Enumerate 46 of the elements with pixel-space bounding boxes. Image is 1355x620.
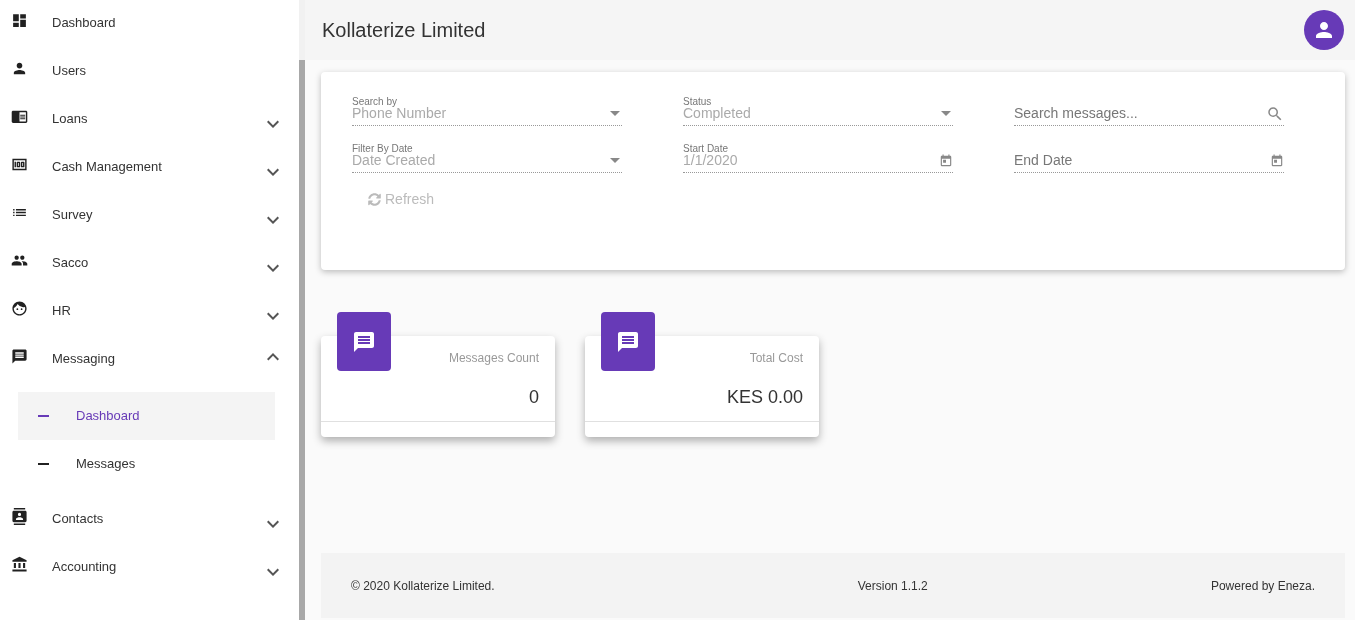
copyright-text: © 2020 Kollaterize Limited. xyxy=(351,577,495,595)
version-text: Version 1.1.2 xyxy=(857,577,928,595)
sidebar-item[interactable]: Dashboard xyxy=(0,4,299,52)
sidebar-item[interactable]: Users xyxy=(0,52,299,100)
dash-icon xyxy=(38,415,49,417)
book-icon xyxy=(11,108,28,125)
person-icon xyxy=(11,60,28,77)
field-label: Filter By Date xyxy=(352,143,413,154)
stat-label: Messages Count xyxy=(448,350,539,367)
powered-by-text: Powered by Eneza. xyxy=(1210,577,1315,595)
message-icon xyxy=(352,329,376,354)
stat-label: Total Cost xyxy=(749,350,803,367)
field-label: Search by xyxy=(352,96,398,107)
dropdown-arrow-icon xyxy=(941,111,951,116)
dash-icon xyxy=(38,463,49,465)
sidebar-item[interactable]: Loans xyxy=(0,100,299,148)
sidebar-item[interactable]: Accounting xyxy=(0,548,299,596)
stat-value: 0 xyxy=(529,386,539,409)
sidebar-item[interactable]: Cash Management xyxy=(0,148,299,196)
submenu-item[interactable]: Dashboard xyxy=(18,392,275,440)
field-label: Start Date xyxy=(683,143,729,154)
calendar-icon xyxy=(1270,153,1284,168)
message-icon xyxy=(11,348,28,365)
dropdown-arrow-icon xyxy=(610,111,620,116)
calendar-icon xyxy=(939,153,953,168)
sidebar-item[interactable]: Survey xyxy=(0,196,299,244)
dropdown-arrow-icon xyxy=(610,158,620,163)
sidebar-item[interactable]: Sacco xyxy=(0,244,299,292)
field-label: Status xyxy=(683,96,712,107)
submenu-item[interactable]: Messages xyxy=(18,440,275,488)
dashboard-icon xyxy=(11,12,28,29)
stat-value: KES 0.00 xyxy=(726,386,803,409)
contact-card-icon xyxy=(11,508,28,525)
refresh-icon xyxy=(368,193,381,206)
avatar[interactable] xyxy=(1304,10,1344,50)
sidebar-item[interactable]: HR xyxy=(0,292,299,340)
bank-icon xyxy=(11,556,28,573)
sidebar-item[interactable]: Contacts xyxy=(0,500,299,548)
message-icon xyxy=(616,329,640,354)
sidebar-item[interactable]: Messaging xyxy=(0,340,299,388)
banknote-icon xyxy=(11,156,28,173)
search-field[interactable]: Search messages... xyxy=(1014,103,1266,124)
page-title: Kollaterize Limited xyxy=(322,18,486,43)
search-icon xyxy=(1266,104,1284,123)
date-field[interactable]: End Date xyxy=(1014,150,1270,171)
face-icon xyxy=(11,300,28,317)
